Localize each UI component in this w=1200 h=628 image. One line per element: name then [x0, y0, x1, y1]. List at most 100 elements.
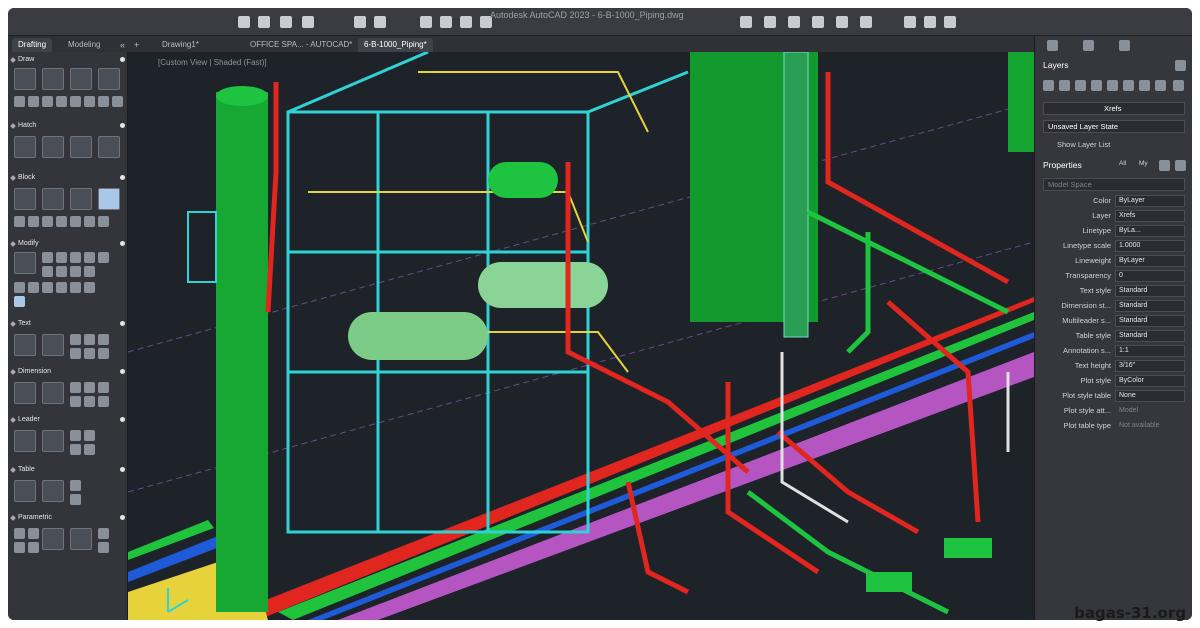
save-as-icon[interactable]	[302, 16, 314, 28]
heat-exchanger-1[interactable]	[348, 312, 488, 360]
continue-dim-icon[interactable]	[84, 396, 95, 407]
filter-all-button[interactable]: All	[1119, 160, 1126, 167]
undo-icon[interactable]	[354, 16, 366, 28]
polygon-tool-icon[interactable]	[70, 96, 81, 107]
send-icon[interactable]	[924, 16, 936, 28]
expand-icon[interactable]	[10, 417, 16, 423]
pump-2[interactable]	[866, 572, 912, 592]
palette-tab-drafting[interactable]: Drafting	[12, 38, 53, 52]
save-icon[interactable]	[280, 16, 292, 28]
arc-tool-icon[interactable]	[14, 96, 25, 107]
section-pin-icon[interactable]	[120, 467, 125, 472]
pump-1[interactable]	[944, 538, 992, 558]
aligned-dim-icon[interactable]	[42, 382, 64, 404]
section-pin-icon[interactable]	[120, 321, 125, 326]
measure-icon[interactable]	[860, 16, 872, 28]
section-pin-icon[interactable]	[120, 57, 125, 62]
prop-row[interactable]: Linetype ByLa...	[1035, 224, 1192, 239]
current-layer-dropdown[interactable]: Xrefs	[1043, 102, 1185, 115]
join-tool-icon[interactable]	[70, 282, 81, 293]
viewport-label[interactable]: [Custom View | Shaded (Fast)]	[158, 58, 267, 67]
ellipse-tool-icon[interactable]	[84, 96, 95, 107]
redo-icon[interactable]	[374, 16, 386, 28]
layer-prev-icon[interactable]	[1173, 80, 1184, 91]
main-pipe-rack[interactable]	[338, 352, 1034, 620]
revcloud-tool-icon[interactable]	[98, 96, 109, 107]
coincident-icon[interactable]	[14, 528, 25, 539]
battman-icon[interactable]	[56, 216, 67, 227]
process-column[interactable]	[216, 92, 268, 612]
region-tool-icon[interactable]	[98, 136, 120, 158]
mtext-tool-icon[interactable]	[14, 334, 36, 356]
ray-tool-icon[interactable]	[42, 96, 53, 107]
section-pin-icon[interactable]	[120, 369, 125, 374]
print-icon[interactable]	[420, 16, 432, 28]
properties-tab-icon[interactable]	[1119, 40, 1130, 51]
layer-lock-icon[interactable]	[1107, 80, 1118, 91]
edit-block-icon[interactable]	[70, 188, 92, 210]
leader-style-icon[interactable]	[42, 430, 64, 452]
prop-row[interactable]: Text height 3/16"	[1035, 359, 1192, 374]
tab-office-space[interactable]: OFFICE SPA... - AUTOCAD*	[244, 38, 358, 52]
text-style-icon[interactable]	[70, 334, 81, 345]
filter-my-button[interactable]: My	[1139, 160, 1148, 167]
scale-tool-icon[interactable]	[98, 252, 109, 263]
piping-model-viewport[interactable]	[128, 52, 1034, 620]
gradient-tool-icon[interactable]	[42, 136, 64, 158]
auto-constrain-icon[interactable]	[42, 528, 64, 550]
circle-tool-icon[interactable]	[70, 68, 92, 90]
angular-dim-icon[interactable]	[70, 382, 81, 393]
show-layer-list-toggle[interactable]: Show Layer List	[1057, 140, 1110, 149]
diameter-dim-icon[interactable]	[98, 382, 109, 393]
heat-exchanger-2[interactable]	[478, 262, 608, 308]
trim-tool-icon[interactable]	[42, 266, 53, 277]
scale-text-icon[interactable]	[98, 348, 109, 359]
wblock-icon[interactable]	[98, 216, 109, 227]
layer-off-icon[interactable]	[1075, 80, 1086, 91]
table-tool-icon[interactable]	[14, 480, 36, 502]
prop-row[interactable]: Plot table type Not available	[1035, 419, 1192, 434]
chamfer-tool-icon[interactable]	[28, 282, 39, 293]
erase-tool-icon[interactable]	[70, 266, 81, 277]
prop-row[interactable]: Linetype scale 1.0000	[1035, 239, 1192, 254]
open-file-icon[interactable]	[258, 16, 270, 28]
table-style-icon[interactable]	[70, 480, 81, 491]
palette-tab-modeling[interactable]: Modeling	[62, 38, 106, 52]
add-leader-icon[interactable]	[70, 430, 81, 441]
array-tool-icon[interactable]	[42, 282, 53, 293]
text-edit-icon[interactable]	[84, 334, 95, 345]
expand-icon[interactable]	[10, 467, 16, 473]
create-block-icon[interactable]	[42, 188, 64, 210]
blocks-tab-icon[interactable]	[1083, 40, 1094, 51]
layers-tab-icon[interactable]	[1047, 40, 1058, 51]
spline-tool-icon[interactable]	[28, 96, 39, 107]
section-pin-icon[interactable]	[120, 515, 125, 520]
sync-icon[interactable]	[788, 16, 800, 28]
draworder-tool-icon[interactable]	[14, 296, 25, 307]
prop-row[interactable]: Plot style table None	[1035, 389, 1192, 404]
insert-block-icon[interactable]	[14, 188, 36, 210]
pin-panel-icon[interactable]	[1175, 60, 1186, 71]
tab-piping[interactable]: 6-B-1000_Piping*	[358, 38, 433, 52]
section-pin-icon[interactable]	[120, 175, 125, 180]
layer-freeze-icon[interactable]	[1091, 80, 1102, 91]
explode-tool-icon[interactable]	[84, 266, 95, 277]
dimensional-constraint-icon[interactable]	[70, 528, 92, 550]
text-align-icon[interactable]	[98, 334, 109, 345]
drum-vessel[interactable]	[488, 162, 558, 198]
lock-constraint-icon[interactable]	[14, 542, 25, 553]
attdef-icon[interactable]	[14, 216, 25, 227]
linear-dim-icon[interactable]	[14, 382, 36, 404]
new-tab-icon[interactable]: +	[128, 38, 145, 52]
drawing-canvas[interactable]: [Custom View | Shaded (Fast)]	[128, 52, 1034, 620]
xline-tool-icon[interactable]	[56, 96, 67, 107]
space-dropdown[interactable]: Model Space	[1043, 178, 1185, 191]
copy-tool-icon[interactable]	[56, 252, 67, 263]
expand-icon[interactable]	[10, 57, 16, 63]
attedit-icon[interactable]	[28, 216, 39, 227]
prop-row[interactable]: Lineweight ByLayer	[1035, 254, 1192, 269]
tab-drawing1[interactable]: Drawing1*	[156, 38, 205, 52]
extend-tool-icon[interactable]	[56, 266, 67, 277]
layer-state-dropdown[interactable]: Unsaved Layer State	[1043, 120, 1185, 133]
cloud-icon[interactable]	[812, 16, 824, 28]
